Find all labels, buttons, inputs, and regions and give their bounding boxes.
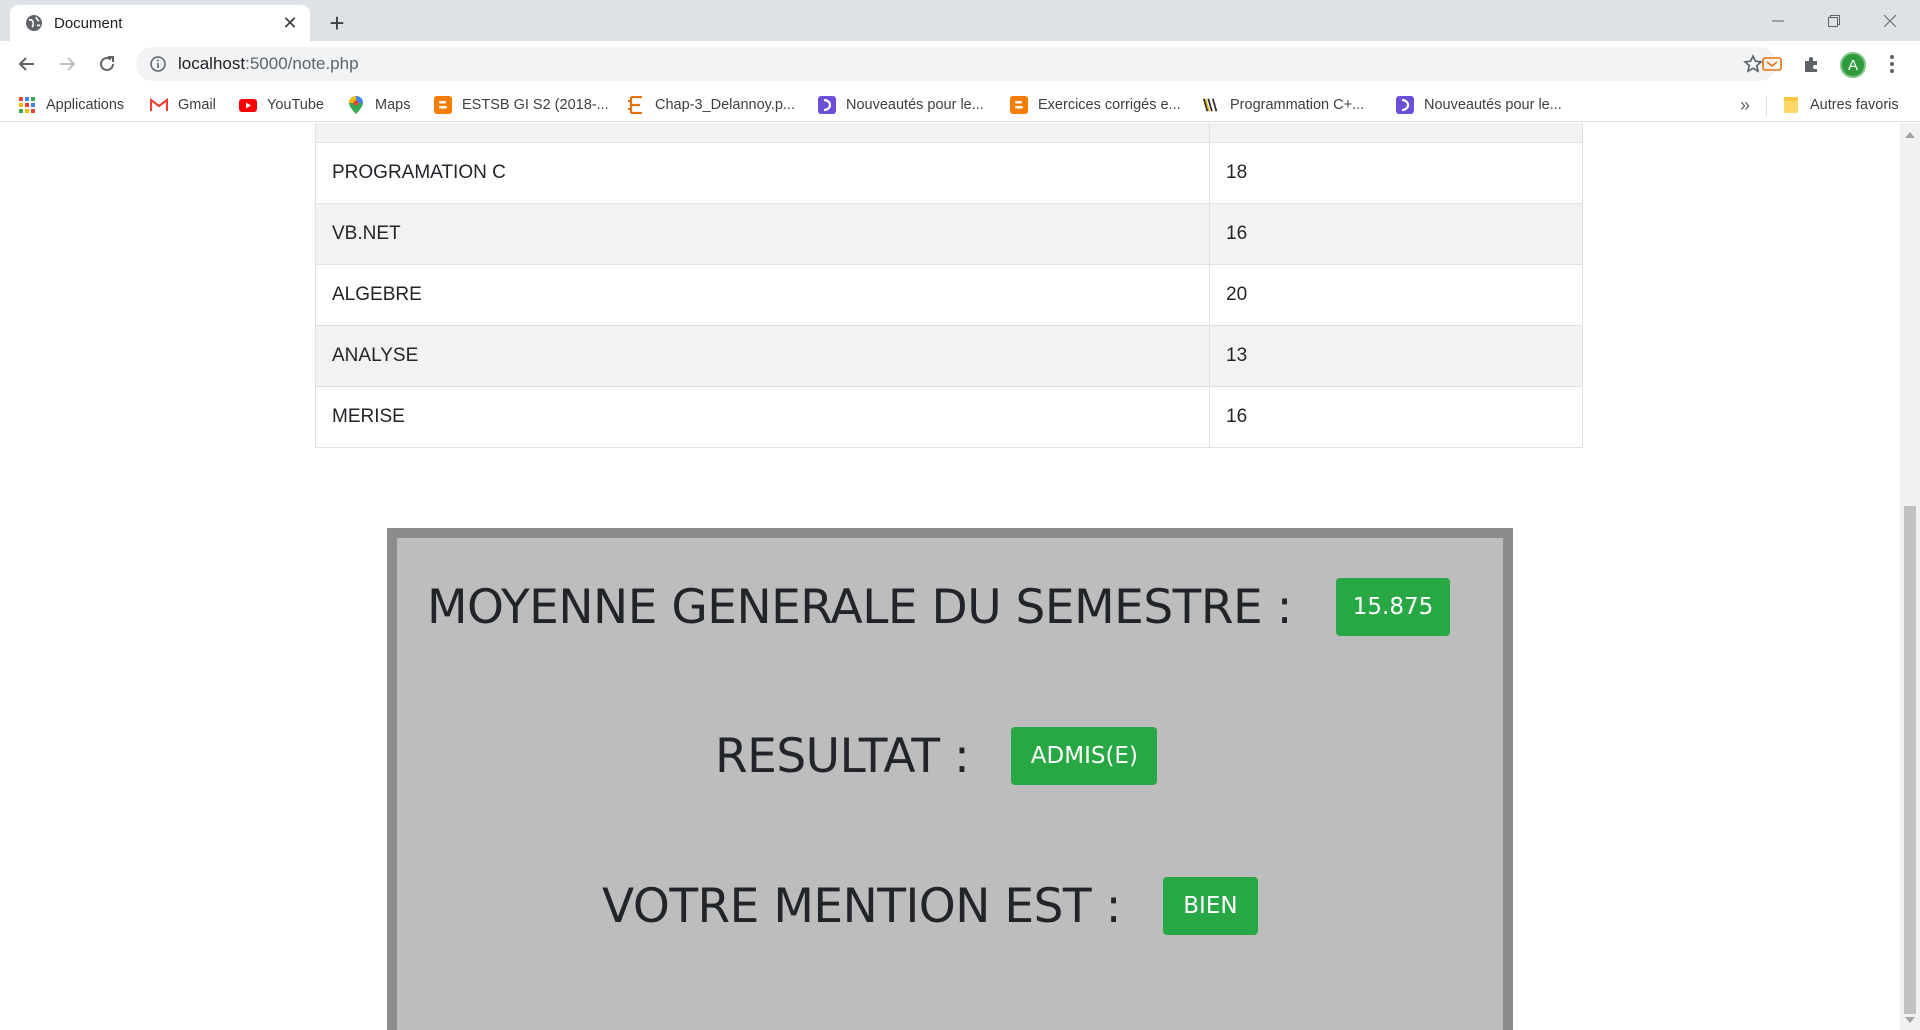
bookmark-label: Chap-3_Delannoy.p... xyxy=(655,97,795,113)
table-row: PROGRAMATION C 18 xyxy=(315,143,1583,204)
restore-icon[interactable] xyxy=(1806,0,1862,41)
table-row: MERISE 16 xyxy=(315,387,1583,448)
table-row: VB.NET 16 xyxy=(315,204,1583,265)
bookmark-purple-icon xyxy=(818,96,836,114)
bookmark-maps[interactable]: Maps xyxy=(347,93,410,117)
subject-cell: MERISE xyxy=(316,387,1210,447)
bookmark-estsb[interactable]: ESTSB GI S2 (2018-... xyxy=(434,93,609,117)
profile-avatar[interactable]: A xyxy=(1840,52,1866,78)
minimize-icon[interactable] xyxy=(1750,0,1806,41)
bookmark-gmail[interactable]: Gmail xyxy=(150,93,216,117)
mark-cell: 16 xyxy=(1226,406,1248,427)
page-scrollbar[interactable] xyxy=(1900,123,1920,1030)
bookmark-delannoy[interactable]: Chap-3_Delannoy.p... xyxy=(627,93,795,117)
reload-icon[interactable] xyxy=(92,49,122,79)
bookmarks-separator xyxy=(1766,96,1767,116)
subject-cell: ALGEBRE xyxy=(316,265,1210,325)
bookmark-label: Exercices corrigés e... xyxy=(1038,97,1181,113)
close-tab-icon[interactable]: ✕ xyxy=(280,13,300,33)
bookmark-other-favorites[interactable]: Autres favoris xyxy=(1782,93,1899,117)
close-window-icon[interactable] xyxy=(1862,0,1918,41)
scroll-down-arrow-icon[interactable] xyxy=(1900,1012,1920,1028)
globe-icon xyxy=(24,13,44,33)
page-viewport: PROGRAMATION C 18 VB.NET 16 ALGEBRE 20 A… xyxy=(0,123,1900,1030)
bookmark-exercices[interactable]: Exercices corrigés e... xyxy=(1010,93,1181,117)
bookmark-label: Gmail xyxy=(178,97,216,113)
blogger-icon xyxy=(434,96,452,114)
wallet-extension-icon[interactable] xyxy=(1760,52,1784,76)
scrollbar-thumb[interactable] xyxy=(1904,506,1916,1014)
bookmark-label: Nouveautés pour le... xyxy=(1424,97,1562,113)
subject-cell: VB.NET xyxy=(316,204,1210,264)
url-host: localhost xyxy=(178,54,246,73)
browser-menu-icon[interactable] xyxy=(1880,52,1904,76)
table-row-partial xyxy=(315,123,1583,143)
gmail-icon xyxy=(150,96,168,114)
maps-icon xyxy=(347,96,365,114)
mention-line: VOTRE MENTION EST : BIEN xyxy=(602,877,1258,935)
extensions-puzzle-icon[interactable] xyxy=(1800,52,1824,76)
back-arrow-icon[interactable] xyxy=(12,49,42,79)
new-tab-button[interactable]: + xyxy=(323,8,351,38)
bookmark-label: YouTube xyxy=(267,97,324,113)
mention-badge: BIEN xyxy=(1162,877,1258,935)
mark-cell: 16 xyxy=(1226,223,1248,244)
bookmark-label: Programmation C+... xyxy=(1230,97,1365,113)
document-e-icon xyxy=(627,96,645,114)
average-line: MOYENNE GENERALE DU SEMESTRE : 15.875 xyxy=(427,578,1451,636)
address-bar[interactable]: localhost:5000/note.php xyxy=(136,47,1776,81)
scroll-up-arrow-icon[interactable] xyxy=(1900,127,1920,143)
bookmark-label: Autres favoris xyxy=(1810,97,1899,113)
bookmark-youtube[interactable]: YouTube xyxy=(239,93,324,117)
result-badge: ADMIS(E) xyxy=(1011,727,1158,785)
mark-cell: 20 xyxy=(1226,284,1248,305)
bookmark-purple-icon xyxy=(1396,96,1414,114)
bookmark-label: ESTSB GI S2 (2018-... xyxy=(462,97,609,113)
subject-cell: ANALYSE xyxy=(316,326,1210,386)
bookmark-label: Applications xyxy=(46,97,125,113)
url-path: :5000/note.php xyxy=(245,54,359,73)
folder-icon xyxy=(1782,96,1800,114)
youtube-icon xyxy=(239,96,257,114)
forward-arrow-icon[interactable] xyxy=(52,49,82,79)
mention-label: VOTRE MENTION EST : xyxy=(602,878,1121,934)
result-label: RESULTAT : xyxy=(715,728,970,784)
tab-title: Document xyxy=(54,14,123,32)
bookmark-nouveautes-1[interactable]: Nouveautés pour le... xyxy=(818,93,984,117)
result-panel: MOYENNE GENERALE DU SEMESTRE : 15.875 RE… xyxy=(387,528,1513,1030)
mark-cell: 13 xyxy=(1226,345,1248,366)
browser-tab[interactable]: Document ✕ xyxy=(10,5,310,41)
table-row: ANALYSE 13 xyxy=(315,326,1583,387)
browser-toolbar: localhost:5000/note.php A xyxy=(0,41,1920,87)
table-row: ALGEBRE 20 xyxy=(315,265,1583,326)
blogger-icon xyxy=(1010,96,1028,114)
bookmark-label: Maps xyxy=(375,97,411,113)
apps-grid-icon xyxy=(18,96,36,114)
average-label: MOYENNE GENERALE DU SEMESTRE : xyxy=(427,579,1293,635)
mark-cell: 18 xyxy=(1226,162,1248,183)
subject-cell: PROGRAMATION C xyxy=(316,143,1210,203)
average-badge: 15.875 xyxy=(1336,578,1451,636)
bookmark-programmation[interactable]: Programmation C+... xyxy=(1202,93,1364,117)
bookmark-label: Nouveautés pour le... xyxy=(846,97,984,113)
result-line: RESULTAT : ADMIS(E) xyxy=(715,727,1158,785)
bookmarks-bar: Applications Gmail YouTube Maps ESTSB GI… xyxy=(0,87,1920,122)
bookmarks-overflow-button[interactable]: » xyxy=(1740,93,1750,117)
bookmark-applications[interactable]: Applications xyxy=(18,93,124,117)
bookmark-nouveautes-2[interactable]: Nouveautés pour le... xyxy=(1396,93,1562,117)
tab-strip: Document ✕ + xyxy=(0,0,1920,41)
site-logo-icon xyxy=(1202,96,1220,114)
site-info-icon[interactable] xyxy=(148,54,168,74)
